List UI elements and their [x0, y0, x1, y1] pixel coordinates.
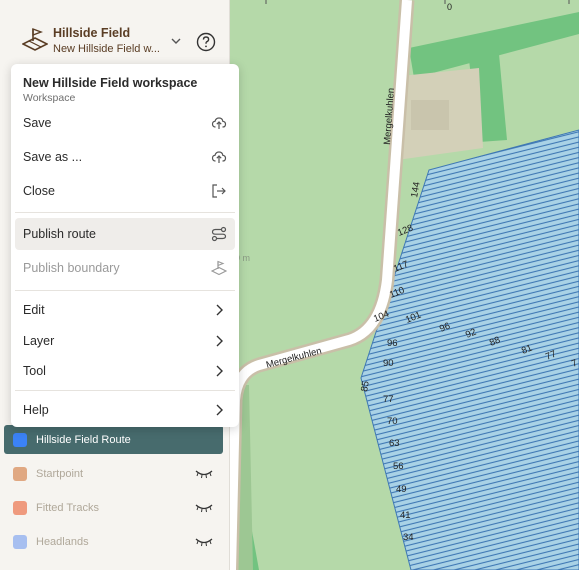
row-number-label: 41 [400, 510, 411, 521]
menu-item-label: Save [23, 116, 52, 130]
layer-name: Fitted Tracks [36, 501, 99, 514]
scale-zero: 0 [447, 2, 452, 12]
map-view[interactable]: Mergelkuhlen Mergelkuhlen 0 0 m 144 128 11… [229, 0, 579, 570]
field-flag-icon [22, 27, 48, 51]
workspace-title: Hillside Field [53, 26, 131, 40]
eye-closed-icon[interactable] [195, 469, 213, 479]
row-number-label: 96 [387, 338, 398, 349]
layer-color-swatch [13, 432, 27, 447]
row-number-label: 85 [359, 380, 372, 392]
workspace-subtitle: New Hillside Field w... [53, 43, 160, 55]
menu-divider [15, 290, 235, 291]
row-number-label: 90 [383, 358, 394, 369]
eye-closed-icon[interactable] [195, 503, 213, 513]
layer-color-swatch [13, 534, 27, 549]
menu-item-close[interactable]: Close [15, 175, 235, 207]
chevron-right-icon [216, 304, 223, 316]
menu-item-help[interactable]: Help [15, 394, 235, 426]
row-number-label: 63 [389, 438, 400, 449]
workspace-header[interactable]: Hillside Field New Hillside Field w... [0, 0, 230, 66]
field-flag-icon [211, 260, 227, 276]
route-icon [211, 226, 227, 242]
menu-item-edit[interactable]: Edit [15, 294, 235, 326]
chevron-down-icon[interactable] [170, 36, 182, 46]
cloud-upload-icon [211, 117, 227, 129]
layer-name: Startpoint [36, 467, 84, 480]
row-number-label: 34 [403, 532, 414, 543]
menu-item-label: Publish route [23, 227, 96, 241]
menu-item-label: Edit [23, 303, 45, 317]
chevron-right-icon [216, 404, 223, 416]
eye-closed-icon[interactable] [195, 537, 213, 547]
building-patch [411, 100, 449, 130]
menu-item-save[interactable]: Save [15, 107, 235, 139]
menu-item-publish-route[interactable]: Publish route [15, 218, 235, 250]
menu-header: New Hillside Field workspace Workspace [23, 76, 197, 104]
exit-icon [212, 184, 226, 198]
menu-title: New Hillside Field workspace [23, 76, 198, 90]
menu-divider [15, 212, 235, 213]
layer-row-headlands[interactable]: Headlands [4, 527, 223, 556]
menu-item-label: Tool [23, 364, 46, 378]
layer-row-route[interactable]: Hillside Field Route [4, 425, 223, 454]
help-icon[interactable] [196, 32, 216, 52]
layer-row-fitted-tracks[interactable]: Fitted Tracks [4, 493, 223, 522]
menu-item-label: Publish boundary [23, 261, 120, 275]
workspace-menu: New Hillside Field workspace Workspace S… [11, 64, 239, 427]
menu-item-tool[interactable]: Tool [15, 355, 235, 387]
layer-name: Hillside Field Route [36, 433, 131, 446]
menu-item-label: Help [23, 403, 49, 417]
menu-item-label: Layer [23, 334, 55, 348]
menu-subtitle: Workspace [23, 92, 76, 104]
layer-name: Headlands [36, 535, 89, 548]
menu-item-layer[interactable]: Layer [15, 325, 235, 357]
menu-divider [15, 390, 235, 391]
row-number-label: 70 [387, 416, 398, 427]
map-canvas[interactable]: Mergelkuhlen Mergelkuhlen 0 0 m 14412811… [229, 0, 579, 570]
menu-item-label: Save as ... [23, 150, 83, 164]
cloud-upload-icon [211, 151, 227, 163]
layer-color-swatch [13, 466, 27, 481]
chevron-right-icon [216, 365, 223, 377]
row-number-label: 49 [396, 484, 407, 495]
layer-row-startpoint[interactable]: Startpoint [4, 459, 223, 488]
row-number-label: 56 [393, 461, 404, 472]
menu-item-publish-boundary[interactable]: Publish boundary [15, 252, 235, 284]
layer-color-swatch [13, 500, 27, 515]
chevron-right-icon [216, 335, 223, 347]
row-number-label: 77 [383, 394, 394, 405]
menu-item-save-as[interactable]: Save as ... [15, 141, 235, 173]
menu-item-label: Close [23, 184, 55, 198]
